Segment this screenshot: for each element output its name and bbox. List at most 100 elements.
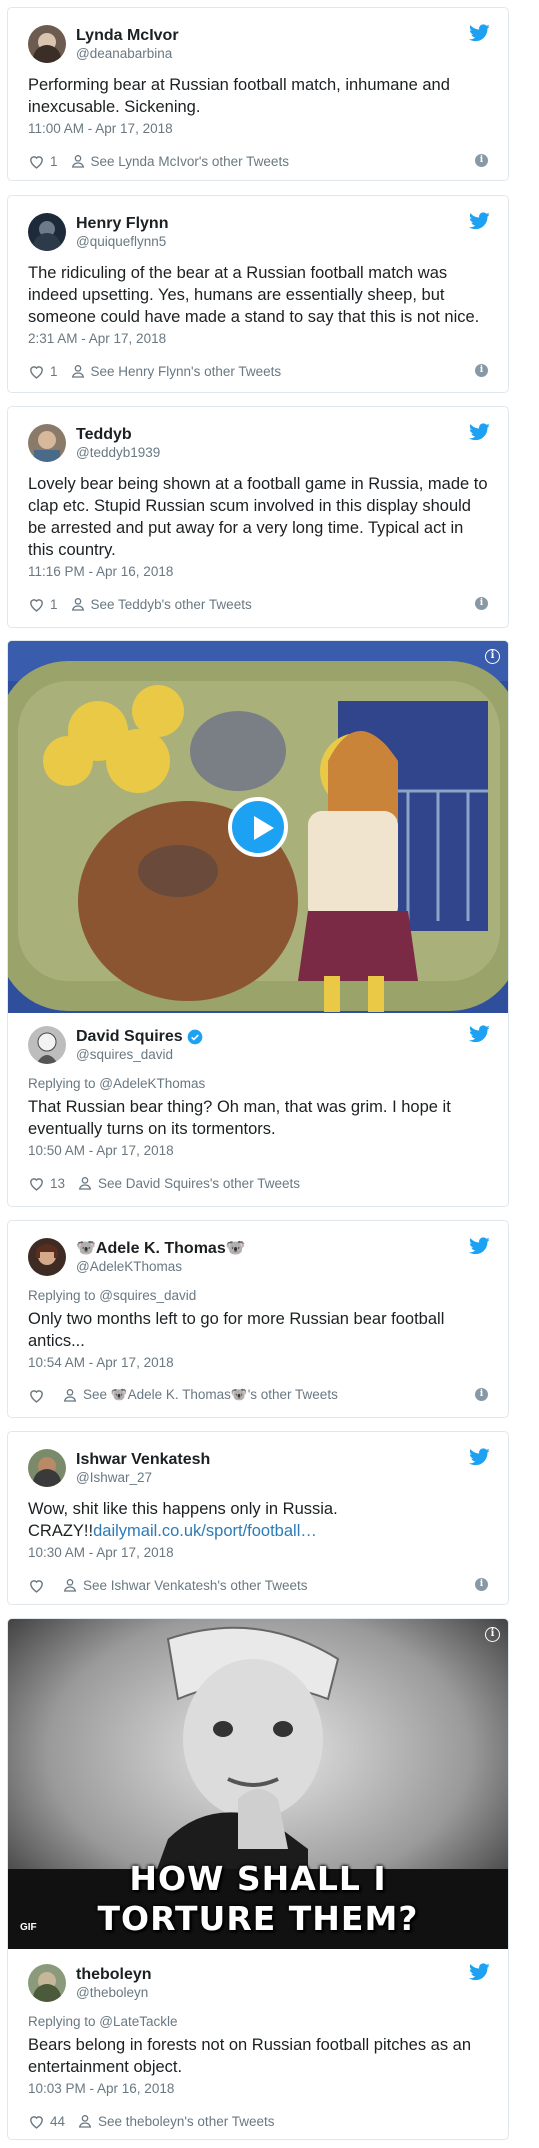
tweet-card: Lynda McIvor @deanabarbina Performing be… — [7, 7, 509, 181]
author-handle[interactable]: @Ishwar_27 — [76, 1469, 210, 1486]
tweet-timestamp[interactable]: 11:00 AM - Apr 17, 2018 — [28, 120, 488, 138]
heart-icon — [28, 1387, 45, 1404]
like-button[interactable]: 1 — [28, 596, 58, 613]
twitter-bird-icon[interactable] — [469, 212, 490, 230]
author-handle[interactable]: @deanabarbina — [76, 45, 179, 62]
tweet-card: Ishwar Venkatesh @Ishwar_27 Wow, shit li… — [7, 1431, 509, 1605]
twitter-bird-icon[interactable] — [469, 423, 490, 441]
tweet-timestamp[interactable]: 10:03 PM - Apr 16, 2018 — [28, 2080, 488, 2098]
author-name[interactable]: 🐨Adele K. Thomas🐨 — [76, 1239, 246, 1258]
gif-badge: GIF — [20, 1922, 37, 1933]
other-tweets-link[interactable]: See theboleyn's other Tweets — [77, 2113, 274, 2129]
other-tweets-link[interactable]: See Lynda McIvor's other Tweets — [70, 153, 289, 169]
author-name[interactable]: Ishwar Venkatesh — [76, 1450, 210, 1469]
info-icon[interactable]: i — [475, 1388, 488, 1401]
tweet-timestamp[interactable]: 2:31 AM - Apr 17, 2018 — [28, 330, 488, 348]
like-button[interactable]: 1 — [28, 153, 58, 170]
other-tweets-label: See Teddyb's other Tweets — [90, 596, 252, 612]
other-tweets-label: See Ishwar Venkatesh's other Tweets — [83, 1577, 308, 1593]
gif-caption-line1: HOW SHALL I — [129, 1859, 387, 1898]
other-tweets-label: See Lynda McIvor's other Tweets — [90, 153, 289, 169]
like-count: 1 — [50, 363, 58, 379]
tweet-timestamp[interactable]: 10:54 AM - Apr 17, 2018 — [28, 1354, 488, 1372]
person-icon — [70, 153, 86, 169]
like-count: 1 — [50, 153, 58, 169]
twitter-bird-icon[interactable] — [469, 1237, 490, 1255]
author-name[interactable]: theboleyn — [76, 1965, 152, 1984]
gif-caption-line2: TORTURE THEM? — [97, 1899, 419, 1938]
author-handle[interactable]: @squires_david — [76, 1046, 203, 1063]
other-tweets-label: See Henry Flynn's other Tweets — [90, 363, 282, 379]
other-tweets-link[interactable]: See David Squires's other Tweets — [77, 1175, 300, 1191]
like-button[interactable] — [28, 1387, 50, 1404]
like-button[interactable]: 44 — [28, 2113, 65, 2130]
replying-to[interactable]: Replying to @squires_david — [28, 1287, 488, 1304]
tweet-card: HOW SHALL I TORTURE THEM? GIF i theboley… — [7, 1618, 509, 2140]
heart-icon — [28, 1577, 45, 1594]
avatar[interactable] — [28, 424, 66, 462]
other-tweets-link[interactable]: See 🐨Adele K. Thomas🐨's other Tweets — [62, 1387, 338, 1403]
replying-to[interactable]: Replying to @LateTackle — [28, 2013, 488, 2030]
tweet-card: Henry Flynn @quiqueflynn5 The ridiculing… — [7, 195, 509, 393]
verified-badge-icon — [187, 1029, 203, 1044]
info-icon[interactable]: i — [475, 1578, 488, 1591]
media-info-icon[interactable]: i — [485, 1627, 500, 1642]
avatar[interactable] — [28, 1449, 66, 1487]
twitter-bird-icon[interactable] — [469, 1448, 490, 1466]
video-player[interactable]: i — [8, 641, 508, 1013]
tweet-timestamp[interactable]: 11:16 PM - Apr 16, 2018 — [28, 563, 488, 581]
author-handle[interactable]: @teddyb1939 — [76, 444, 160, 461]
tweet-text: The ridiculing of the bear at a Russian … — [28, 264, 480, 326]
like-button[interactable]: 13 — [28, 1175, 65, 1192]
avatar[interactable] — [28, 25, 66, 63]
gif-player[interactable]: HOW SHALL I TORTURE THEM? GIF i — [8, 1619, 508, 1949]
heart-icon — [28, 596, 45, 613]
tweet-card: Teddyb @teddyb1939 Lovely bear being sho… — [7, 406, 509, 628]
other-tweets-link[interactable]: See Ishwar Venkatesh's other Tweets — [62, 1577, 307, 1593]
twitter-bird-icon[interactable] — [469, 1025, 490, 1043]
avatar[interactable] — [28, 1026, 66, 1064]
person-icon — [70, 363, 86, 379]
twitter-bird-icon[interactable] — [469, 24, 490, 42]
person-icon — [77, 1175, 93, 1191]
other-tweets-link[interactable]: See Henry Flynn's other Tweets — [70, 363, 282, 379]
person-icon — [62, 1577, 78, 1593]
tweet-timestamp[interactable]: 10:50 AM - Apr 17, 2018 — [28, 1142, 488, 1160]
article-link[interactable]: dailymail.co.uk/sport/football… — [93, 1522, 317, 1540]
media-info-icon[interactable]: i — [485, 649, 500, 664]
like-button[interactable]: 1 — [28, 363, 58, 380]
tweet-card: 🐨Adele K. Thomas🐨 @AdeleKThomas Replying… — [7, 1220, 509, 1418]
tweet-text: Lovely bear being shown at a football ga… — [28, 475, 488, 559]
avatar[interactable] — [28, 1964, 66, 2002]
avatar[interactable] — [28, 213, 66, 251]
info-icon[interactable]: i — [475, 154, 488, 167]
person-icon — [62, 1387, 78, 1403]
twitter-bird-icon[interactable] — [469, 1963, 490, 1981]
info-icon[interactable]: i — [475, 597, 488, 610]
tweet-text: Bears belong in forests not on Russian f… — [28, 2036, 472, 2076]
info-icon[interactable]: i — [475, 364, 488, 377]
author-name[interactable]: Teddyb — [76, 425, 160, 444]
avatar[interactable] — [28, 1238, 66, 1276]
author-handle[interactable]: @quiqueflynn5 — [76, 233, 168, 250]
replying-to[interactable]: Replying to @AdeleKThomas — [28, 1075, 488, 1092]
tweet-timestamp[interactable]: 10:30 AM - Apr 17, 2018 — [28, 1544, 488, 1562]
author-name[interactable]: David Squires — [76, 1027, 203, 1046]
author-name-text: David Squires — [76, 1028, 183, 1045]
author-name[interactable]: Lynda McIvor — [76, 26, 179, 45]
other-tweets-link[interactable]: See Teddyb's other Tweets — [70, 596, 252, 612]
author-name[interactable]: Henry Flynn — [76, 214, 168, 233]
like-button[interactable] — [28, 1577, 50, 1594]
heart-icon — [28, 1175, 45, 1192]
person-icon — [77, 2113, 93, 2129]
heart-icon — [28, 2113, 45, 2130]
other-tweets-label: See theboleyn's other Tweets — [98, 2113, 275, 2129]
tweet-text: That Russian bear thing? Oh man, that wa… — [28, 1098, 451, 1138]
author-handle[interactable]: @AdeleKThomas — [76, 1258, 246, 1275]
tweet-text: Only two months left to go for more Russ… — [28, 1310, 445, 1350]
heart-icon — [28, 363, 45, 380]
play-button[interactable] — [228, 797, 288, 857]
heart-icon — [28, 153, 45, 170]
author-handle[interactable]: @theboleyn — [76, 1984, 152, 2001]
tweet-card: i David Squires @squires_david Replying … — [7, 640, 509, 1207]
